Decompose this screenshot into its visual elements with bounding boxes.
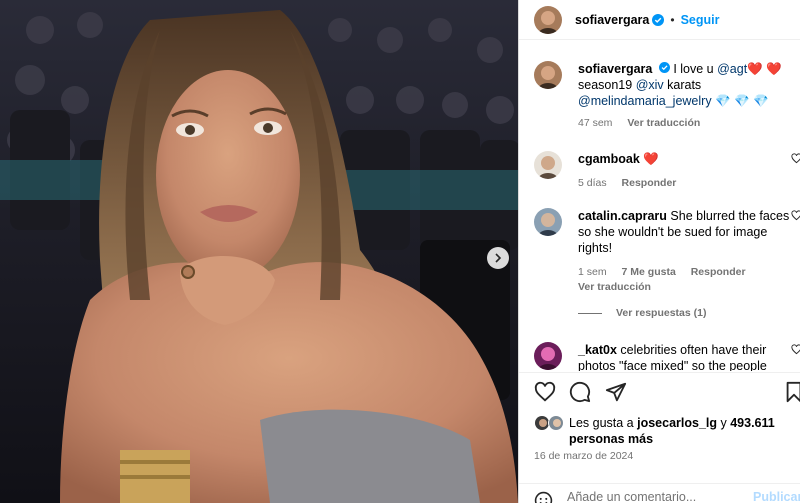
likes-count[interactable]: 493.611 [730, 416, 775, 430]
liker-username[interactable]: josecarlos_lg [637, 416, 717, 430]
caption-text: season19 [578, 78, 636, 92]
likes-text: Les gusta a josecarlos_lg y 493.611 pers… [569, 415, 799, 447]
comment-username[interactable]: _kat0x [578, 343, 617, 357]
post-header: sofiavergara • Seguir [519, 0, 800, 40]
comment-username[interactable]: cgamboak [578, 152, 640, 166]
translate-link[interactable]: Ver traducción [627, 117, 700, 129]
follow-button[interactable]: Seguir [681, 13, 720, 27]
photo-image [0, 0, 518, 503]
caption-author[interactable]: sofiavergara [578, 62, 652, 76]
bookmark-icon[interactable] [784, 381, 800, 406]
author-avatar[interactable] [534, 5, 562, 34]
author-username[interactable]: sofiavergara [575, 13, 649, 27]
share-icon[interactable] [605, 381, 627, 406]
comment-text: ❤️ [643, 152, 659, 166]
likes-summary[interactable]: Les gusta a josecarlos_lg y 493.611 pers… [534, 415, 799, 447]
post-photo[interactable] [0, 0, 518, 503]
likes-suffix[interactable]: personas más [569, 432, 653, 446]
heart-icon[interactable] [534, 381, 556, 406]
comment-time[interactable]: 1 sem [578, 266, 607, 278]
heart-icon[interactable] [791, 344, 800, 358]
caption-text: karats [663, 78, 702, 92]
reply-button[interactable]: Responder [622, 177, 677, 189]
avatar[interactable] [534, 208, 562, 236]
reply-button[interactable]: Responder [691, 266, 746, 278]
add-comment-bar: Añade un comentario... Publicar [519, 483, 800, 503]
replies-divider [578, 312, 602, 314]
heart-icon[interactable] [791, 210, 800, 224]
avatar [548, 415, 564, 431]
next-photo-button[interactable] [487, 247, 509, 269]
separator-dot: • [670, 12, 675, 27]
comment-icon[interactable] [569, 381, 591, 406]
caption-text: I love u [673, 62, 718, 76]
likes-prefix: Les gusta a [569, 416, 638, 430]
action-icons [534, 381, 800, 406]
post-date[interactable]: 16 de marzo de 2024 [534, 450, 633, 462]
mention-link[interactable]: @agt [717, 62, 747, 76]
avatar[interactable] [534, 342, 562, 370]
post-side-panel: sofiavergara • Seguir sofiavergara I lov… [518, 0, 800, 503]
verified-icon [658, 62, 670, 73]
comment-username[interactable]: catalin.capraru [578, 209, 667, 223]
caption-time[interactable]: 47 sem [578, 117, 612, 129]
comments-list[interactable]: sofiavergara I love u @agt❤️ ❤️ season19… [519, 41, 800, 371]
view-replies-label: Ver respuestas (1) [616, 307, 707, 319]
view-replies-button[interactable]: Ver respuestas (1) [578, 307, 706, 319]
emoji-icon[interactable] [534, 491, 553, 503]
gems-emoji: 💎 💎 💎 [711, 94, 769, 108]
verified-icon [652, 13, 665, 26]
post-actions: Les gusta a josecarlos_lg y 493.611 pers… [519, 372, 800, 503]
likers-avatars [534, 415, 568, 433]
comment-input[interactable]: Añade un comentario... [567, 490, 696, 503]
hearts-emoji: ❤️ ❤️ [747, 62, 782, 76]
comment-time[interactable]: 5 días [578, 177, 607, 189]
chevron-right-icon [495, 253, 502, 263]
likes-conj: y [717, 416, 731, 430]
author-avatar[interactable] [534, 61, 562, 89]
post-button[interactable]: Publicar [753, 490, 800, 503]
translate-link[interactable]: Ver traducción [578, 281, 651, 293]
avatar[interactable] [534, 151, 562, 179]
mention-link[interactable]: @melindamaria_jewelry [578, 94, 712, 108]
mention-link[interactable]: @xiv [636, 78, 664, 92]
heart-icon[interactable] [791, 153, 800, 167]
comment-likes[interactable]: 7 Me gusta [622, 266, 676, 278]
